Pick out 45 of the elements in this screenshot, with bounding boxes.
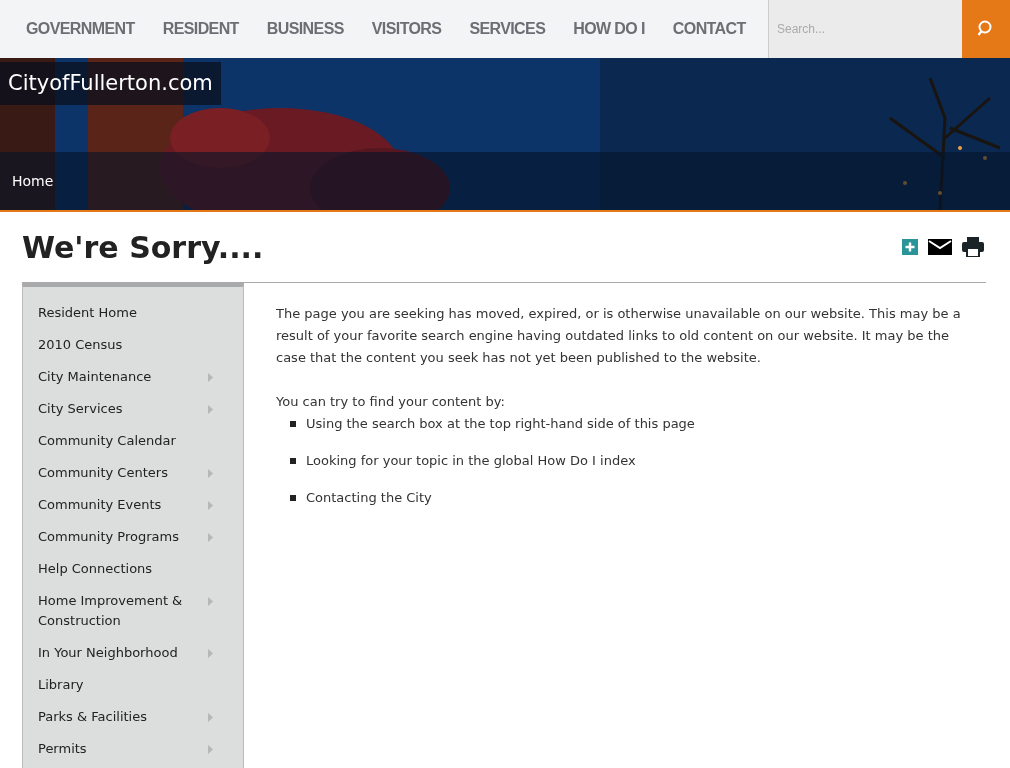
search-field[interactable]: Search... [768,0,962,58]
email-icon[interactable] [928,239,952,255]
nav-link[interactable]: HOW DO I [559,20,659,38]
arrow-icon [208,533,213,542]
arrow-icon [208,469,213,478]
arrow-icon [208,373,213,382]
arrow-icon [208,745,213,754]
nav-link[interactable]: VISITORS [357,20,456,38]
message-paragraph: The page you are seeking has moved, expired, or is otherwise unavailable on our website. This may be a result of your favorite search engine having outdated links to old content on our website. It may be the case that the content you seek has not yet been published to the website. [276,305,962,367]
bullet-icon [290,495,296,501]
nav-link[interactable]: RESIDENT [148,20,253,38]
nav-link[interactable]: SERVICES [455,20,560,38]
list-item: Using the search box at the top right-hand side of this page [306,416,695,431]
add-icon[interactable] [902,239,918,255]
sidebar-item[interactable]: Community Calendar [23,425,243,457]
sidebar-item[interactable]: Resident Home [23,297,243,329]
sidebar-item[interactable]: Library [23,669,243,701]
bullet-icon [290,421,296,427]
page-title: We're Sorry.... [22,229,264,265]
sidebar-item[interactable]: Community Events [23,489,243,521]
arrow-icon [208,649,213,658]
nav-link[interactable]: BUSINESS [252,20,358,38]
sidebar-item[interactable]: Help Connections [23,553,243,585]
nav-link[interactable]: CONTACT [658,20,760,38]
site-title[interactable]: CityofFullerton.com [0,62,221,105]
sidebar-item[interactable]: Home Improvement & Construction [23,585,243,637]
sidebar-item[interactable]: Parks & Facilities [23,701,243,733]
breadcrumb-link[interactable]: Home [12,173,54,189]
arrow-icon [208,713,213,722]
list-item: Contacting the City [306,490,432,505]
sidebar-item[interactable]: In Your Neighborhood [23,637,243,669]
sidebar-item[interactable]: 2010 Census [23,329,243,361]
list-item: Looking for your topic in the global How Do I index [306,453,636,468]
sidebar-item[interactable]: Community Programs [23,521,243,553]
nav-link[interactable]: GOVERNMENT [12,20,149,38]
sidebar-item[interactable]: Community Centers [23,457,243,489]
arrow-icon [208,501,213,510]
sidebar-item[interactable]: City Services [23,393,243,425]
sidebar-item[interactable]: City Maintenance [23,361,243,393]
bullet-icon [290,458,296,464]
intro-text: You can try to find your content by: [276,393,506,411]
arrow-icon [208,405,213,414]
print-icon[interactable] [962,237,984,257]
sidebar-item[interactable]: Permits [23,733,243,765]
arrow-icon [208,597,213,606]
